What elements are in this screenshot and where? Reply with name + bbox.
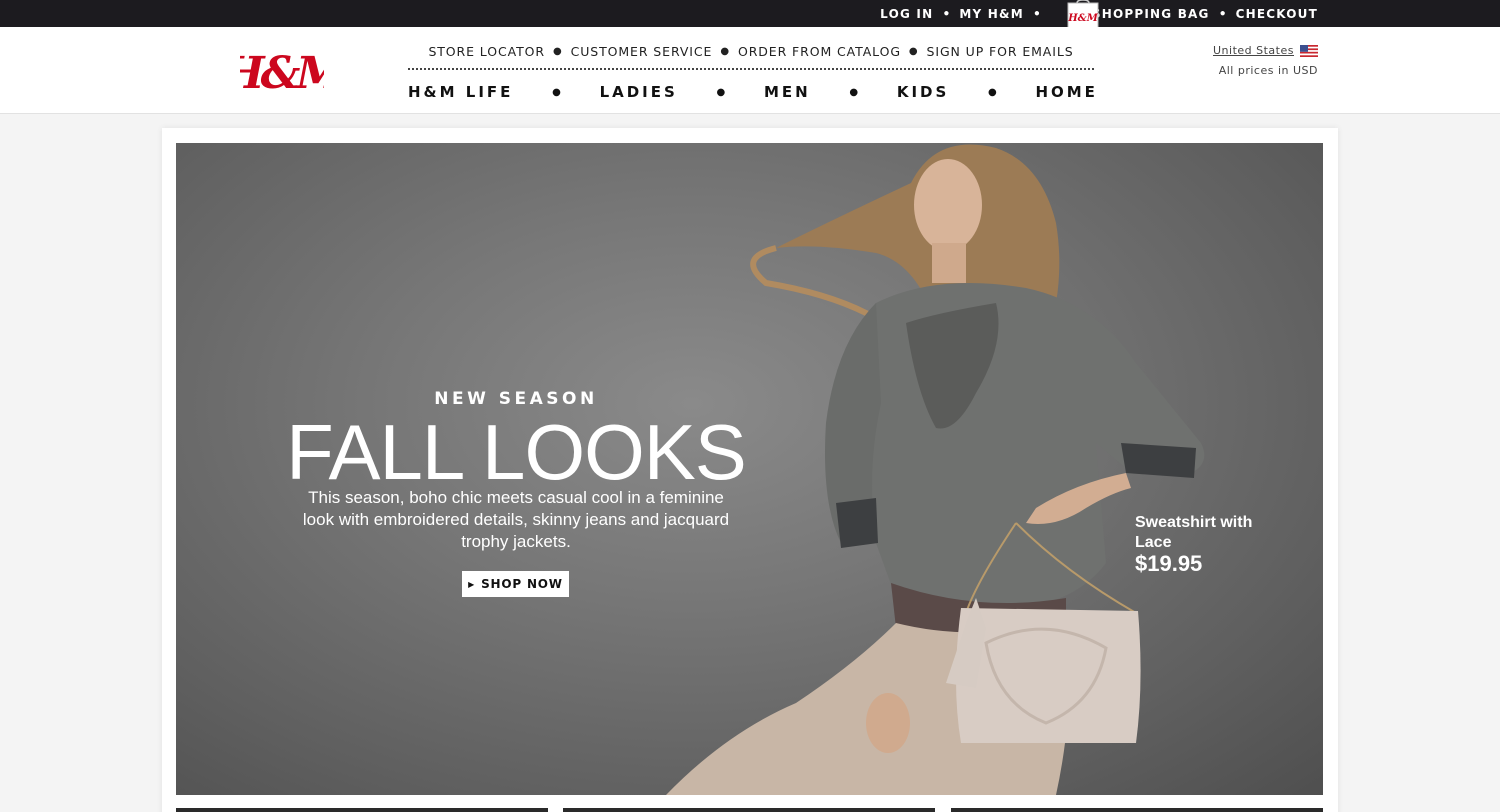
store-locator-link[interactable]: STORE LOCATOR (428, 44, 545, 59)
separator-dot: ● (720, 45, 730, 57)
country-link[interactable]: United States (1213, 44, 1294, 57)
sign-up-emails-link[interactable]: SIGN UP FOR EMAILS (927, 44, 1074, 59)
separator-dot: ● (1033, 8, 1040, 19)
dotted-divider (408, 68, 1094, 70)
separator-dot: ● (988, 86, 997, 98)
thumbnail-1[interactable] (176, 808, 548, 812)
product-price: $19.95 (1135, 551, 1203, 576)
separator-dot: ● (908, 45, 919, 57)
hero-description: This season, boho chic meets casual cool… (302, 488, 730, 551)
account-links: LOG IN ● MY H&M ● SHOPPING BAG ● CHECKOU… (880, 0, 1318, 27)
separator-dot: ● (552, 86, 561, 98)
hero-banner[interactable]: NEW SEASON FALL LOOKS This season, boho … (176, 143, 1323, 795)
checkout-link[interactable]: CHECKOUT (1236, 7, 1318, 21)
country-selector: United States (1213, 44, 1318, 57)
separator-dot: ● (716, 86, 726, 98)
main-nav: H&M LIFE ● LADIES ● MEN ● KIDS ● HOME (408, 82, 1098, 102)
product-name: Sweatshirt with Lace (1135, 514, 1253, 551)
thumbnail-strip (176, 808, 1323, 812)
nav-ladies[interactable]: LADIES (600, 83, 678, 101)
logo-text: H&M (240, 48, 324, 99)
separator-dot: ● (552, 45, 563, 57)
prices-note: All prices in USD (1218, 64, 1318, 77)
hero-title: FALL LOOKS (286, 408, 747, 496)
nav-men[interactable]: MEN (764, 83, 811, 101)
shop-now-button[interactable]: ▶ SHOP NOW (462, 571, 569, 597)
thumbnail-3[interactable] (951, 808, 1323, 812)
customer-service-link[interactable]: CUSTOMER SERVICE (571, 44, 713, 59)
site-header: H&M STORE LOCATOR ● CUSTOMER SERVICE ● O… (0, 27, 1500, 114)
nav-home[interactable]: HOME (1035, 83, 1097, 101)
us-flag-icon[interactable] (1300, 44, 1318, 57)
separator-dot: ● (1219, 8, 1226, 19)
shopping-bag-link[interactable]: SHOPPING BAG (1092, 7, 1210, 21)
order-from-catalog-link[interactable]: ORDER FROM CATALOG (738, 44, 901, 59)
shop-now-label: SHOP NOW (481, 577, 563, 591)
utility-nav: STORE LOCATOR ● CUSTOMER SERVICE ● ORDER… (408, 43, 1094, 59)
nav-hm-life[interactable]: H&M LIFE (408, 83, 513, 101)
hm-logo[interactable]: H&M (240, 44, 324, 100)
thumbnail-2[interactable] (563, 808, 935, 812)
nav-kids[interactable]: KIDS (897, 83, 949, 101)
hero-kicker: NEW SEASON (434, 389, 598, 409)
separator-dot: ● (943, 8, 950, 19)
login-link[interactable]: LOG IN (880, 7, 933, 21)
triangle-right-icon: ▶ (468, 579, 476, 589)
bag-logo-text: H&M (1067, 13, 1098, 24)
separator-dot: ● (849, 86, 859, 98)
my-hm-link[interactable]: MY H&M (959, 7, 1023, 21)
top-utility-bar: LOG IN ● MY H&M ● SHOPPING BAG ● CHECKOU… (0, 0, 1500, 27)
